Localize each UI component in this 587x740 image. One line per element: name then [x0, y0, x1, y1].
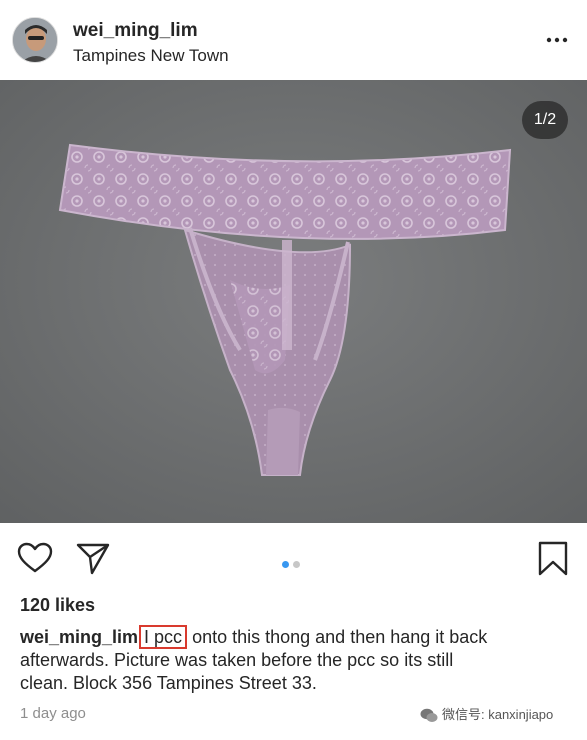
more-horizontal-icon[interactable]: [546, 30, 568, 50]
post-timestamp: 1 day ago: [20, 705, 86, 722]
caption-username[interactable]: wei_ming_lim: [20, 627, 138, 647]
send-icon[interactable]: [76, 542, 110, 575]
post-username[interactable]: wei_ming_lim: [73, 20, 198, 42]
avatar[interactable]: [12, 17, 58, 63]
caption-text-line2: afterwards. Picture was taken before the…: [20, 650, 454, 670]
heart-icon[interactable]: [17, 542, 53, 574]
wechat-watermark: 微信号: kanxinjiapo: [420, 704, 553, 723]
caption-text-line3: clean. Block 356 Tampines Street 33.: [20, 673, 317, 693]
post-photo[interactable]: [0, 80, 587, 523]
thong-photo-illustration: [0, 80, 587, 523]
watermark-text: 微信号: kanxinjiapo: [442, 707, 554, 722]
carousel-dot-active: [282, 561, 289, 568]
likes-count[interactable]: 120 likes: [20, 595, 95, 616]
carousel-indicator: [282, 555, 304, 568]
post-header: wei_ming_lim Tampines New Town: [0, 0, 587, 80]
carousel-dot: [293, 561, 300, 568]
bookmark-icon[interactable]: [537, 541, 569, 577]
wechat-icon: [420, 708, 438, 723]
highlighted-phrase: I pcc: [139, 625, 188, 649]
post-location[interactable]: Tampines New Town: [73, 46, 229, 66]
caption-text-line1: onto this thong and then hang it back: [187, 627, 488, 647]
avatar-photo: [13, 18, 57, 62]
image-counter-badge: 1/2: [522, 101, 568, 139]
post-caption: wei_ming_lim I pcc onto this thong and th…: [20, 625, 570, 695]
